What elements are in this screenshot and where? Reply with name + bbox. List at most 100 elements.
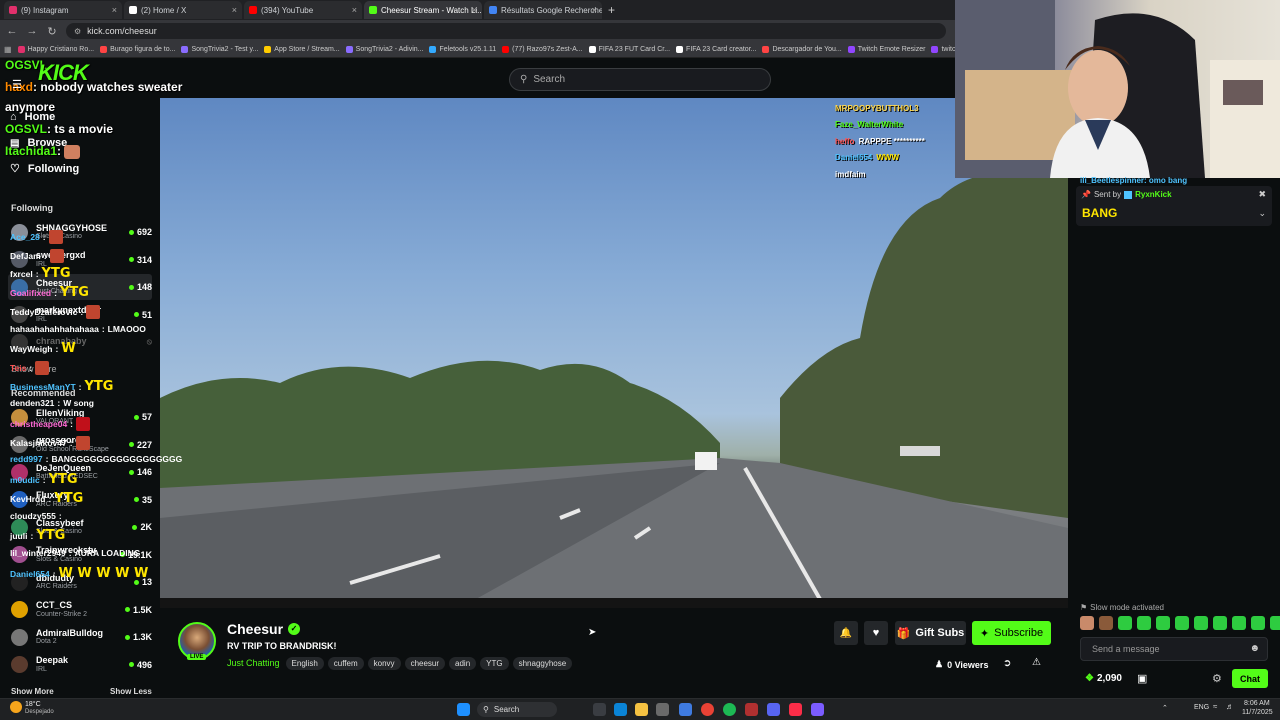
- streamer-name[interactable]: Cheesur: [227, 621, 283, 637]
- chat-username[interactable]: cloudzy555: [10, 511, 56, 521]
- chat-username[interactable]: lil_winter2949: [10, 548, 66, 558]
- chevron-down-icon[interactable]: ⌄: [1258, 208, 1266, 219]
- stream-tag[interactable]: konvy: [367, 657, 401, 670]
- notification-button[interactable]: 🔔: [834, 621, 858, 645]
- new-tab-icon[interactable]: +: [608, 3, 615, 17]
- bookmark-item[interactable]: Descargador de You...: [762, 46, 842, 53]
- tray-chevron-icon[interactable]: ⌃: [1162, 704, 1168, 712]
- stream-tag[interactable]: shnaggyhose: [512, 657, 573, 670]
- chat-username[interactable]: hahaahahahhahahaaa: [10, 324, 99, 334]
- bookmark-item[interactable]: twitch emote resize...: [931, 46, 955, 53]
- search-input[interactable]: ⚲ Search: [509, 68, 771, 91]
- chat-username[interactable]: christheape04: [10, 419, 67, 429]
- chat-username[interactable]: TeddyDzaferovic: [10, 307, 77, 317]
- bookmark-item[interactable]: Twitch Emote Resizer: [847, 46, 925, 53]
- bookmark-item[interactable]: (77) Razo97s Zest-A...: [502, 46, 583, 53]
- chrome-icon[interactable]: [701, 703, 714, 716]
- browser-tab[interactable]: (9) Instagram ×: [4, 1, 122, 19]
- wifi-icon[interactable]: ≈: [1213, 702, 1217, 711]
- chat-username[interactable]: Goalifixed: [10, 288, 51, 298]
- chat-username[interactable]: KevHrdd: [10, 494, 45, 504]
- forward-icon[interactable]: →: [26, 25, 38, 37]
- apps-grid-icon[interactable]: ▦: [4, 45, 12, 54]
- teams-icon[interactable]: [811, 703, 824, 716]
- stream-tag[interactable]: English: [285, 657, 324, 670]
- close-tab-icon[interactable]: ×: [472, 5, 477, 15]
- unpin-icon[interactable]: ✖: [1258, 189, 1266, 200]
- taskbar-search[interactable]: ⚲ Search: [477, 702, 557, 717]
- bookmark-item[interactable]: App Store / Stream...: [264, 46, 340, 53]
- gift-shop-icon[interactable]: ▣: [1137, 672, 1147, 685]
- stream-tag[interactable]: cuffem: [327, 657, 364, 670]
- emoji-icon[interactable]: ☻: [1249, 643, 1260, 654]
- stream-tag[interactable]: YTG: [480, 657, 509, 670]
- chat-username[interactable]: m0udic: [10, 475, 40, 485]
- menu-icon[interactable]: ☰: [12, 78, 22, 91]
- stream-tag[interactable]: cheesur: [404, 657, 446, 670]
- bookmark-item[interactable]: SongTrivia2 - Adivin...: [345, 46, 423, 53]
- task-view-icon[interactable]: [593, 703, 606, 716]
- follow-button[interactable]: ♥: [864, 621, 888, 645]
- chat-username[interactable]: DefJam: [10, 251, 41, 261]
- chat-username[interactable]: BusinessManYT: [10, 382, 76, 392]
- share-icon[interactable]: ➲: [1003, 658, 1011, 669]
- quick-emote-icon[interactable]: [1232, 616, 1246, 630]
- sidebar-channel[interactable]: AdmiralBulldog Dota 2 1.3K: [8, 624, 152, 650]
- chat-input[interactable]: Send a message ☻: [1080, 637, 1268, 661]
- pinned-message[interactable]: 📌 Sent by RyxnKick BANG ✖ ⌄: [1076, 186, 1272, 226]
- quick-emote-icon[interactable]: [1251, 616, 1265, 630]
- chat-settings-icon[interactable]: ⚙: [1212, 672, 1222, 685]
- browser-tab[interactable]: Résultats Google Recherche d'I×: [484, 1, 602, 19]
- chat-username[interactable]: WayWeigh: [10, 344, 53, 354]
- video-player[interactable]: MRPOOPYBUTTHOL3 Faze_WalterWhite heffo RAPP…: [160, 98, 1068, 608]
- spotify-icon[interactable]: [723, 703, 736, 716]
- reload-icon[interactable]: ↻: [46, 25, 58, 38]
- file-explorer-icon[interactable]: [635, 703, 648, 716]
- sidebar-channel[interactable]: Deepak IRL 496: [8, 652, 152, 678]
- quick-emote-icon[interactable]: [1270, 616, 1280, 630]
- gift-subs-button[interactable]: 🎁 Gift Subs: [895, 621, 966, 645]
- subscribe-button[interactable]: ✦ Subscribe: [972, 621, 1051, 645]
- mail-icon[interactable]: [679, 703, 692, 716]
- chat-username[interactable]: denden321: [10, 398, 54, 408]
- music-icon[interactable]: [789, 703, 802, 716]
- back-icon[interactable]: ←: [6, 25, 18, 37]
- report-icon[interactable]: ⚠: [1032, 657, 1041, 668]
- bookmark-item[interactable]: Happy Cristiano Ro...: [17, 46, 94, 53]
- chat-username[interactable]: fxrcel: [10, 269, 33, 279]
- quick-emote-icon[interactable]: [1213, 616, 1227, 630]
- chat-username[interactable]: Daniel654: [10, 569, 50, 579]
- discord-icon[interactable]: [767, 703, 780, 716]
- chat-username[interactable]: Teis: [10, 363, 26, 373]
- bookmark-item[interactable]: Burago figura de to...: [100, 46, 175, 53]
- show-more-recommended-button[interactable]: Show More: [11, 687, 54, 696]
- site-info-icon[interactable]: ⚙: [74, 27, 81, 36]
- chat-username[interactable]: juuli: [10, 531, 27, 541]
- store-icon[interactable]: [656, 703, 669, 716]
- quick-emote-icon[interactable]: [1118, 616, 1132, 630]
- quick-emote-icon[interactable]: [1080, 616, 1094, 630]
- language-indicator[interactable]: ENG: [1194, 704, 1209, 711]
- channel-points[interactable]: ❖ 2,090: [1085, 673, 1122, 684]
- quick-emote-icon[interactable]: [1194, 616, 1208, 630]
- bookmark-item[interactable]: SongTrivia2 - Test y...: [181, 46, 258, 53]
- windows-start-icon[interactable]: [457, 703, 470, 716]
- url-field[interactable]: ⚙ kick.com/cheesur: [66, 23, 946, 39]
- bookmark-item[interactable]: FIFA 23 FUT Card Cr...: [588, 46, 670, 53]
- quick-emote-icon[interactable]: [1175, 616, 1189, 630]
- quick-emote-icon[interactable]: [1137, 616, 1151, 630]
- browser-tab[interactable]: (2) Home / X ×: [124, 1, 242, 19]
- browser-tab[interactable]: (394) YouTube ×: [244, 1, 362, 19]
- close-tab-icon[interactable]: ×: [232, 5, 237, 15]
- chat-send-button[interactable]: Chat: [1232, 669, 1268, 688]
- close-tab-icon[interactable]: ×: [112, 5, 117, 15]
- bookmark-item[interactable]: FIFA 23 Card creator...: [676, 46, 756, 53]
- quick-emote-icon[interactable]: [1156, 616, 1170, 630]
- weather-temp[interactable]: 18°C: [25, 701, 41, 708]
- stream-tag[interactable]: adin: [449, 657, 477, 670]
- edge-icon[interactable]: [614, 703, 627, 716]
- quick-emote-icon[interactable]: [1099, 616, 1113, 630]
- bookmark-item[interactable]: Feletools v25.1.11: [429, 46, 496, 53]
- chat-username[interactable]: Kalasjnikov47: [10, 438, 67, 448]
- volume-icon[interactable]: ♬: [1226, 702, 1234, 711]
